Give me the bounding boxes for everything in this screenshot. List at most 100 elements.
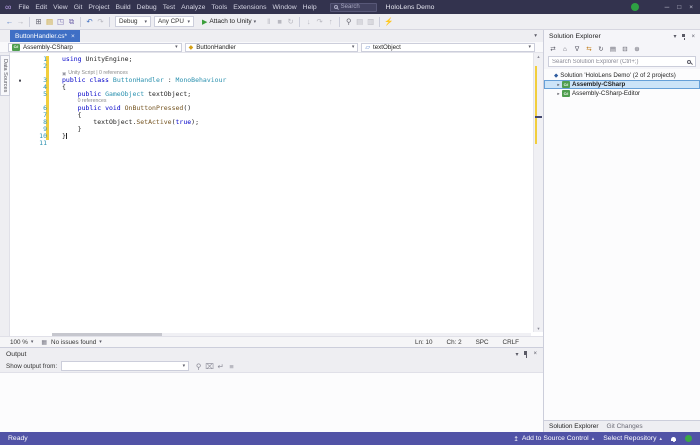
line-number: 5: [43, 90, 47, 98]
maximize-button[interactable]: □: [677, 4, 681, 11]
menu-git[interactable]: Git: [71, 4, 86, 11]
close-icon[interactable]: ×: [533, 351, 537, 357]
scrollbar-track[interactable]: [534, 60, 543, 325]
close-icon[interactable]: ×: [691, 34, 695, 40]
user-avatar[interactable]: [630, 3, 639, 11]
type-value: ButtonHandler: [196, 43, 236, 51]
save-icon[interactable]: ◳: [55, 16, 66, 28]
data-sources-tab[interactable]: Data Sources: [0, 55, 10, 97]
toolbar-icons-left: ← → ⊞ ▤ ◳ ⧉ ↶ ↷: [4, 16, 113, 28]
open-file-icon[interactable]: ▤: [44, 16, 55, 28]
word-wrap-icon[interactable]: ↵: [215, 360, 226, 372]
menu-test[interactable]: Test: [160, 4, 178, 11]
code-health-icon[interactable]: ▦: [41, 339, 47, 346]
stop-icon[interactable]: ■: [274, 16, 285, 28]
collapse-all-icon[interactable]: ⊟: [619, 44, 631, 55]
menu-debug[interactable]: Debug: [134, 4, 160, 11]
properties-icon[interactable]: ⊛: [631, 44, 643, 55]
scroll-down-icon[interactable]: ▼: [534, 326, 543, 331]
code-line: 10}: [10, 133, 531, 140]
scrollbar-thumb[interactable]: [52, 333, 162, 336]
find-message-icon[interactable]: ⚲: [193, 360, 204, 372]
menu-edit[interactable]: Edit: [32, 4, 50, 11]
health-dropdown[interactable]: No issues found ▾: [49, 337, 104, 347]
member-dropdown[interactable]: ▱ textObject ▾: [361, 42, 536, 52]
output-content[interactable]: [0, 373, 543, 433]
menu-extensions[interactable]: Extensions: [230, 4, 269, 11]
scroll-up-icon[interactable]: ▲: [534, 54, 543, 59]
sync-active-document-icon[interactable]: ⇆: [583, 44, 595, 55]
menu-window[interactable]: Window: [269, 4, 299, 11]
notifications-bell-icon[interactable]: [671, 436, 676, 443]
redo-icon[interactable]: ↷: [95, 16, 106, 28]
search-placeholder: Search: [340, 4, 360, 10]
expand-chevron-icon[interactable]: ▸: [555, 82, 562, 88]
pin-icon[interactable]: [681, 33, 686, 41]
new-project-icon[interactable]: ⊞: [33, 16, 44, 28]
menu-build[interactable]: Build: [113, 4, 134, 11]
attach-to-unity-button[interactable]: ▶ Attach to Unity ▾: [199, 16, 259, 28]
select-repository-button[interactable]: Select Repository ▴: [603, 435, 662, 442]
undo-icon[interactable]: ↶: [84, 16, 95, 28]
find-icon[interactable]: ⚲: [343, 16, 354, 28]
code-line: 6 public void OnButtonPressed(): [10, 105, 531, 112]
back-icon[interactable]: ←: [4, 16, 15, 28]
tree-item-project-assembly-csharp[interactable]: ▸ C# Assembly-CSharp: [544, 80, 700, 89]
bottom-tab-git-changes[interactable]: Git Changes: [607, 423, 643, 430]
platform-dropdown[interactable]: Any CPU ▾: [154, 16, 194, 27]
save-all-icon[interactable]: ⧉: [66, 16, 77, 28]
close-button[interactable]: ×: [689, 4, 693, 11]
active-files-icon[interactable]: ▾: [534, 33, 537, 39]
step-out-icon[interactable]: ↑: [325, 16, 336, 28]
csharp-project-icon: C#: [562, 90, 570, 97]
tree-item-project-assembly-csharp-editor[interactable]: ▸ C# Assembly-CSharp-Editor: [544, 89, 700, 98]
vertical-scrollbar[interactable]: ▲ ▼: [533, 53, 543, 332]
refresh-icon[interactable]: ↻: [595, 44, 607, 55]
expand-chevron-icon[interactable]: ▸: [555, 91, 562, 97]
forward-icon[interactable]: →: [15, 16, 26, 28]
horizontal-scrollbar[interactable]: [52, 333, 531, 336]
toolbar-separator: [29, 16, 30, 27]
tree-item-solution-node[interactable]: ◆ Solution 'HoloLens Demo' (2 of 2 projec…: [544, 71, 700, 80]
pin-icon[interactable]: [523, 350, 528, 358]
tab-buttonhandler[interactable]: ButtonHandler.cs* ×: [10, 30, 80, 42]
filter-icon[interactable]: ∇: [571, 44, 583, 55]
zoom-dropdown[interactable]: 100 % ▾: [8, 337, 35, 347]
menu-project[interactable]: Project: [85, 4, 112, 11]
live-share-icon[interactable]: ⚡: [383, 16, 394, 28]
menu-tools[interactable]: Tools: [208, 4, 230, 11]
menu-help[interactable]: Help: [300, 4, 320, 11]
field-icon: ▱: [365, 44, 370, 51]
debug-target-dropdown[interactable]: Debug ▾: [115, 16, 151, 27]
type-dropdown[interactable]: ◆ ButtonHandler ▾: [184, 42, 359, 52]
code-line: 11: [10, 140, 531, 147]
home-icon[interactable]: ⌂: [559, 44, 571, 55]
pause-icon[interactable]: ‖: [263, 16, 274, 28]
close-icon[interactable]: ×: [71, 33, 75, 40]
add-to-source-control-button[interactable]: ↥ Add to Source Control ▴: [513, 435, 594, 443]
solution-search-input[interactable]: [548, 56, 696, 67]
step-over-icon[interactable]: ↷: [314, 16, 325, 28]
restart-icon[interactable]: ↻: [285, 16, 296, 28]
window-position-icon[interactable]: ▾: [515, 351, 518, 358]
output-source-dropdown[interactable]: ▾: [61, 361, 190, 371]
step-into-icon[interactable]: ↓: [303, 16, 314, 28]
bottom-tab-solution-explorer[interactable]: Solution Explorer: [549, 423, 599, 430]
switch-views-icon[interactable]: ⇄: [547, 44, 559, 55]
solution-tree: ◆ Solution 'HoloLens Demo' (2 of 2 projec…: [544, 69, 700, 420]
minimize-button[interactable]: ─: [665, 4, 670, 11]
feedback-indicator[interactable]: [685, 435, 692, 442]
member-value: textObject: [372, 43, 401, 51]
menu-view[interactable]: View: [50, 4, 71, 11]
show-all-files-icon[interactable]: ▤: [607, 44, 619, 55]
code-editor[interactable]: Data Sources 1 using UnityEngine; 2 ▣ Unity …: [0, 53, 543, 336]
expand-all-icon[interactable]: ≡: [226, 360, 237, 372]
menu-file[interactable]: File: [15, 4, 32, 11]
clear-all-icon[interactable]: ⌧: [204, 360, 215, 372]
menu-analyze[interactable]: Analyze: [178, 4, 208, 11]
comment-icon[interactable]: ▤: [354, 16, 365, 28]
bookmark-icon[interactable]: ▥: [365, 16, 376, 28]
project-dropdown[interactable]: C# Assembly-CSharp ▾: [8, 42, 182, 52]
quick-search-box[interactable]: Search: [329, 2, 377, 12]
window-position-icon[interactable]: ▾: [673, 33, 676, 40]
